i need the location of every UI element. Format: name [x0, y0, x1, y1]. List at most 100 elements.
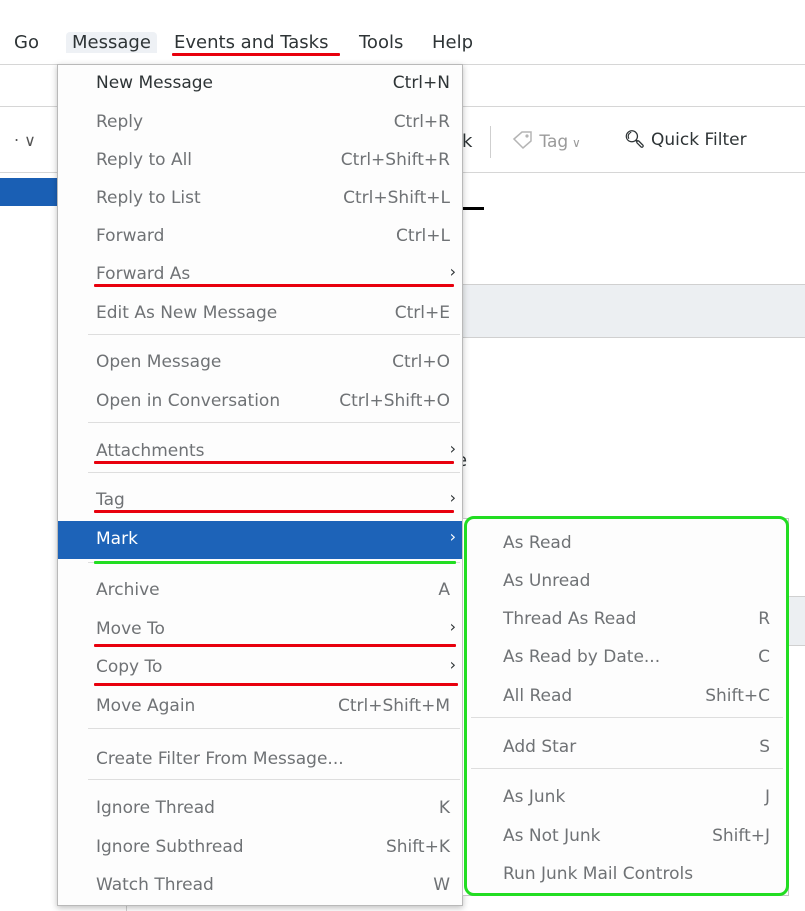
chevron-right-icon: ›	[449, 655, 456, 674]
submenu-item-as-read-by-date[interactable]: As Read by Date... C	[463, 639, 788, 677]
menu-item-label: Reply to List	[96, 188, 201, 208]
annotation-underline-attachments	[94, 461, 454, 464]
quick-filter-button[interactable]: 🔍︎ Quick Filter	[624, 130, 747, 150]
menu-item-reply-to-list[interactable]: Reply to List Ctrl+Shift+L	[58, 180, 462, 218]
menu-item-mark[interactable]: Mark ›	[58, 521, 462, 559]
menu-item-label: Edit As New Message	[96, 303, 278, 323]
quick-filter-label: Quick Filter	[651, 130, 747, 150]
submenu-item-accel: C	[758, 647, 770, 667]
menu-item-forward[interactable]: Forward Ctrl+L	[58, 218, 462, 256]
submenu-item-run-junk-mail-controls[interactable]: Run Junk Mail Controls	[463, 856, 788, 894]
annotation-underline-mark	[94, 561, 456, 564]
menu-separator	[88, 472, 460, 473]
chevron-right-icon: ›	[449, 439, 456, 458]
submenu-item-all-read[interactable]: All Read Shift+C	[463, 678, 788, 716]
menu-events-and-tasks[interactable]: Events and Tasks	[174, 32, 328, 53]
menu-item-forward-as[interactable]: Forward As ›	[58, 256, 462, 294]
menu-item-attachments[interactable]: Attachments ›	[58, 433, 462, 471]
annotation-underline-events	[172, 53, 340, 56]
menu-item-label: New Message	[96, 73, 213, 93]
menu-item-accel: Ctrl+Shift+O	[339, 391, 450, 411]
menu-item-label: Mark	[96, 529, 138, 549]
menu-separator	[88, 422, 460, 423]
submenu-item-label: All Read	[503, 686, 573, 706]
chevron-right-icon: ›	[449, 527, 456, 546]
menu-item-accel: Ctrl+E	[394, 303, 450, 323]
menu-separator	[88, 728, 460, 729]
menu-item-label: Forward As	[96, 264, 191, 284]
tag-button-label: Tag	[539, 132, 569, 152]
submenu-item-label: Run Junk Mail Controls	[503, 864, 694, 884]
menu-item-copy-to[interactable]: Copy To ›	[58, 649, 462, 687]
menu-item-label: Move Again	[96, 696, 196, 716]
menu-item-label: Ignore Subthread	[96, 837, 244, 857]
annotation-underline-move-to	[94, 644, 456, 647]
submenu-item-label: As Unread	[503, 571, 591, 591]
menu-item-label: Ignore Thread	[96, 798, 215, 818]
menu-item-label: Copy To	[96, 657, 163, 677]
menu-item-accel: Ctrl+L	[396, 226, 450, 246]
menu-item-create-filter[interactable]: Create Filter From Message...	[58, 741, 462, 779]
menu-item-tag[interactable]: Tag ›	[58, 482, 462, 520]
submenu-item-thread-as-read[interactable]: Thread As Read R	[463, 601, 788, 639]
submenu-item-accel: J	[764, 787, 770, 807]
menu-item-archive[interactable]: Archive A	[58, 572, 462, 610]
menu-item-move-again[interactable]: Move Again Ctrl+Shift+M	[58, 688, 462, 726]
annotation-underline-copy-to	[94, 683, 458, 686]
menu-item-open-message[interactable]: Open Message Ctrl+O	[58, 344, 462, 382]
menu-item-open-in-conversation[interactable]: Open in Conversation Ctrl+Shift+O	[58, 383, 462, 421]
message-list-header	[456, 284, 805, 338]
submenu-item-as-junk[interactable]: As Junk J	[463, 779, 788, 817]
annotation-underline-forward-as	[94, 284, 454, 287]
submenu-item-label: Add Star	[503, 737, 577, 757]
submenu-separator	[471, 768, 783, 769]
submenu-item-as-not-junk[interactable]: As Not Junk Shift+J	[463, 818, 788, 856]
menu-item-label: Create Filter From Message...	[96, 749, 344, 769]
message-menu: New Message Ctrl+N Reply Ctrl+R Reply to…	[57, 64, 463, 906]
menu-item-label: Attachments	[96, 441, 205, 461]
menu-item-edit-as-new-message[interactable]: Edit As New Message Ctrl+E	[58, 295, 462, 333]
submenu-item-as-unread[interactable]: As Unread	[463, 563, 788, 601]
menu-item-ignore-thread[interactable]: Ignore Thread K	[58, 790, 462, 828]
menu-item-accel: Ctrl+Shift+M	[337, 696, 450, 716]
toolbar-overflow[interactable]: ‧ ∨	[14, 131, 36, 150]
submenu-item-accel: S	[759, 737, 770, 757]
menu-go[interactable]: Go	[14, 32, 39, 53]
submenu-separator	[471, 717, 783, 718]
menu-message[interactable]: Message	[66, 32, 157, 53]
mark-submenu: As Read As Unread Thread As Read R As Re…	[462, 518, 789, 896]
menu-item-accel: Ctrl+Shift+R	[340, 150, 450, 170]
background-dash	[462, 207, 484, 210]
menu-item-label: Open in Conversation	[96, 391, 281, 411]
menu-item-watch-thread[interactable]: Watch Thread W	[58, 867, 462, 905]
submenu-item-accel: Shift+J	[712, 826, 770, 846]
submenu-item-add-star[interactable]: Add Star S	[463, 729, 788, 767]
menu-item-accel: W	[433, 875, 450, 895]
menu-help[interactable]: Help	[432, 32, 473, 53]
menu-item-label: Reply to All	[96, 150, 193, 170]
menubar: Go Message Events and Tasks Tools Help	[0, 22, 805, 64]
menu-item-label: Open Message	[96, 352, 222, 372]
menu-item-label: Watch Thread	[96, 875, 214, 895]
submenu-item-accel: Shift+C	[705, 686, 770, 706]
submenu-item-accel: R	[758, 609, 770, 629]
menu-item-accel: Ctrl+R	[393, 112, 450, 132]
annotation-underline-tag	[94, 510, 454, 513]
chevron-right-icon: ›	[449, 617, 456, 636]
menu-item-accel: Ctrl+N	[392, 73, 450, 93]
menu-item-label: Tag	[96, 490, 125, 510]
submenu-item-label: As Not Junk	[503, 826, 601, 846]
menu-item-reply-to-all[interactable]: Reply to All Ctrl+Shift+R	[58, 142, 462, 180]
toolbar-separator	[490, 126, 491, 158]
menu-tools[interactable]: Tools	[359, 32, 403, 53]
menu-item-new-message[interactable]: New Message Ctrl+N	[58, 65, 462, 103]
submenu-item-as-read[interactable]: As Read	[463, 525, 788, 563]
menu-item-ignore-subthread[interactable]: Ignore Subthread Shift+K	[58, 829, 462, 867]
menu-item-reply[interactable]: Reply Ctrl+R	[58, 104, 462, 142]
selected-folder-row[interactable]	[0, 178, 58, 206]
menu-item-label: Forward	[96, 226, 165, 246]
tag-button[interactable]: Tag ∨	[512, 130, 581, 152]
tag-icon	[512, 131, 532, 150]
menu-item-label: Reply	[96, 112, 144, 132]
app-window: Go Message Events and Tasks Tools Help ‧…	[0, 0, 805, 911]
